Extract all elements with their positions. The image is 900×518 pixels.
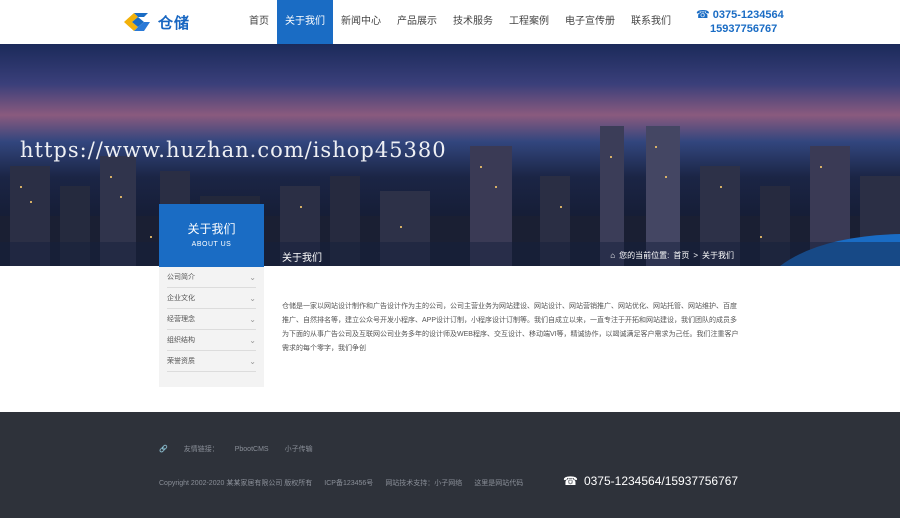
footer-phone-number: 0375-1234564/15937756767 [583, 474, 739, 488]
section-title: 关于我们 [282, 253, 322, 264]
sidebar-item-philosophy[interactable]: 经营理念 ⌄ [167, 309, 256, 330]
banner-bottom-bar [0, 242, 900, 266]
icp-link[interactable]: ICP备123456号 [324, 478, 373, 488]
phone-icon: ☎ [563, 474, 578, 488]
sidebar-header: 关于我们 ABOUT US [159, 204, 264, 267]
chevron-down-icon: ⌄ [249, 293, 256, 303]
chevron-down-icon: ⌄ [249, 335, 256, 345]
nav-brochure[interactable]: 电子宣传册 [557, 0, 623, 44]
logo-text: 仓储 [158, 14, 191, 32]
phone-number-2: 15937756767 [710, 23, 778, 35]
chevron-down-icon: ⌄ [249, 272, 256, 282]
breadcrumb-prefix: 您的当前位置: [619, 251, 670, 260]
breadcrumb-separator-icon: > [693, 251, 698, 260]
friend-links: 🔗 友情链接： PbootCMS 小子传输 [159, 444, 313, 454]
sidebar-item-structure[interactable]: 组织结构 ⌄ [167, 330, 256, 351]
chevron-down-icon: ⌄ [249, 314, 256, 324]
nav-news[interactable]: 新闻中心 [333, 0, 389, 44]
chevron-down-icon: ⌄ [249, 356, 256, 366]
sidebar-menu: 公司简介 ⌄ 企业文化 ⌄ 经营理念 ⌄ 组织结构 ⌄ 荣誉资质 ⌄ [159, 267, 264, 387]
sidebar-item-label: 企业文化 [167, 295, 195, 302]
site-header: 仓储 首页 关于我们 新闻中心 产品展示 技术服务 工程案例 电子宣传册 联系我… [0, 0, 900, 44]
phone-number-1: 0375-1234564 [712, 9, 784, 21]
sidebar-item-profile[interactable]: 公司简介 ⌄ [167, 267, 256, 288]
copyright-line: Copyright 2002-2020 某某家居有限公司 版权所有 ICP备12… [159, 478, 523, 488]
footer-phone: ☎ 0375-1234564/15937756767 [563, 474, 738, 488]
support-text[interactable]: 网站技术支持：小子网络 [385, 478, 462, 488]
sidebar-title: 关于我们 [187, 222, 236, 236]
sidebar-item-label: 经营理念 [167, 316, 195, 323]
breadcrumb-home[interactable]: 首页 [673, 250, 689, 261]
breadcrumb-current[interactable]: 关于我们 [702, 250, 734, 261]
sidebar-subtitle: ABOUT US [191, 241, 232, 248]
logo[interactable]: 仓储 [122, 10, 192, 34]
logo-icon [124, 13, 150, 31]
nav-cases[interactable]: 工程案例 [501, 0, 557, 44]
main-nav: 首页 关于我们 新闻中心 产品展示 技术服务 工程案例 电子宣传册 联系我们 [241, 0, 679, 44]
nav-services[interactable]: 技术服务 [445, 0, 501, 44]
site-footer: 🔗 友情链接： PbootCMS 小子传输 Copyright 2002-202… [0, 412, 900, 518]
home-icon: ⌂ [610, 251, 616, 260]
sidebar-item-label: 公司简介 [167, 274, 195, 281]
watermark-text: https://www.huzhan.com/ishop45380 [20, 138, 447, 162]
links-label: 友情链接： [183, 446, 219, 453]
sitemap-link[interactable]: 这里是网站代码 [474, 478, 523, 488]
sidebar-item-honors[interactable]: 荣誉资质 ⌄ [167, 351, 256, 372]
sidebar-item-label: 荣誉资质 [167, 358, 195, 365]
breadcrumb: ⌂ 您的当前位置: 首页 > 关于我们 [610, 250, 734, 261]
nav-contact[interactable]: 联系我们 [623, 0, 679, 44]
header-phone: ☎ 0375-1234564 15937756767 [696, 8, 784, 36]
about-content: 仓储是一家以网站设计制作和广告设计作为主的公司，公司主营业务为网站建设、网站设计… [282, 303, 739, 352]
copyright-text: Copyright 2002-2020 某某家居有限公司 版权所有 [159, 480, 313, 487]
hero-banner: https://www.huzhan.com/ishop45380 关于我们 ⌂… [0, 44, 900, 266]
phone-icon: ☎ [696, 9, 710, 21]
nav-about[interactable]: 关于我们 [277, 0, 333, 44]
friend-link[interactable]: PbootCMS [235, 446, 269, 453]
friend-link[interactable]: 小子传输 [285, 444, 313, 454]
sidebar-item-label: 组织结构 [167, 337, 195, 344]
nav-products[interactable]: 产品展示 [389, 0, 445, 44]
link-icon: 🔗 [159, 446, 168, 453]
sidebar-item-culture[interactable]: 企业文化 ⌄ [167, 288, 256, 309]
nav-home[interactable]: 首页 [241, 0, 277, 44]
